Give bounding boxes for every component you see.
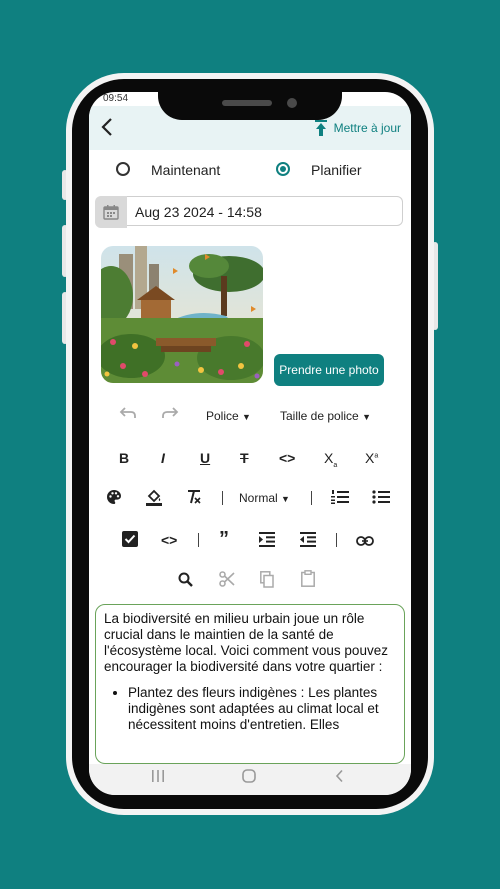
redo-icon[interactable] bbox=[161, 406, 179, 423]
toolbar-divider bbox=[198, 533, 199, 547]
cut-icon[interactable] bbox=[219, 571, 235, 590]
font-dropdown[interactable]: Police ▼ bbox=[206, 409, 251, 423]
font-size-dropdown[interactable]: Taille de police ▼ bbox=[280, 409, 371, 423]
system-nav-bar bbox=[89, 764, 411, 795]
radio-schedule[interactable] bbox=[276, 162, 290, 176]
subscript-button[interactable]: Xa bbox=[324, 450, 337, 469]
front-camera bbox=[287, 98, 297, 108]
inline-code-button[interactable]: <> bbox=[279, 450, 295, 466]
heading-dropdown[interactable]: Normal ▼ bbox=[239, 491, 290, 505]
bullet-list-icon[interactable] bbox=[372, 490, 390, 507]
date-picker[interactable]: Aug 23 2024 - 14:58 bbox=[95, 196, 405, 228]
status-time: 09:54 bbox=[103, 93, 129, 104]
indent-increase-icon[interactable] bbox=[259, 532, 275, 550]
clear-format-icon[interactable] bbox=[186, 490, 202, 507]
bold-button[interactable]: B bbox=[119, 450, 129, 466]
code-block-button[interactable]: <> bbox=[161, 532, 177, 548]
take-photo-button[interactable]: Prendre une photo bbox=[274, 354, 384, 386]
checkbox-list-icon[interactable] bbox=[122, 531, 138, 550]
paste-icon[interactable] bbox=[301, 570, 315, 590]
recent-apps-icon[interactable] bbox=[151, 769, 165, 788]
upload-icon bbox=[314, 120, 327, 136]
undo-icon[interactable] bbox=[119, 406, 137, 423]
caret-down-icon: ▼ bbox=[281, 494, 290, 504]
home-icon[interactable] bbox=[242, 769, 256, 788]
fill-color-icon[interactable] bbox=[145, 488, 163, 509]
speaker-grille bbox=[222, 100, 272, 106]
search-icon[interactable] bbox=[178, 572, 193, 590]
quote-icon[interactable]: ” bbox=[219, 528, 229, 551]
post-photo bbox=[101, 246, 263, 383]
editor-bullet-item: Plantez des fleurs indigènes : Les plant… bbox=[128, 685, 396, 733]
schedule-mode-group: Maintenant Planifier bbox=[89, 152, 411, 188]
toolbar-divider bbox=[222, 491, 223, 505]
palette-icon[interactable] bbox=[106, 489, 122, 508]
underline-button[interactable]: U bbox=[200, 450, 210, 466]
editor-paragraph: La biodiversité en milieu urbain joue un… bbox=[104, 611, 388, 674]
toolbar-divider bbox=[311, 491, 312, 505]
radio-schedule-label[interactable]: Planifier bbox=[311, 162, 362, 178]
caret-down-icon: ▼ bbox=[362, 412, 371, 422]
link-icon[interactable] bbox=[356, 533, 374, 549]
superscript-button[interactable]: Xa bbox=[365, 450, 378, 466]
font-size-label: Taille de police bbox=[280, 409, 359, 423]
calendar-icon[interactable] bbox=[95, 196, 127, 228]
update-label: Mettre à jour bbox=[333, 121, 401, 135]
heading-label: Normal bbox=[239, 491, 278, 505]
italic-button[interactable]: I bbox=[161, 450, 165, 466]
copy-icon[interactable] bbox=[260, 571, 274, 591]
rich-text-editor[interactable]: La biodiversité en milieu urbain joue un… bbox=[95, 604, 405, 764]
font-label: Police bbox=[206, 409, 239, 423]
chevron-left-icon[interactable] bbox=[99, 116, 115, 142]
back-nav-icon[interactable] bbox=[333, 769, 347, 788]
strikethrough-button[interactable]: T bbox=[240, 450, 249, 466]
phone-notch bbox=[158, 84, 342, 120]
app-screen: 09:54 Mettre à jour Maintenant Planifier… bbox=[89, 92, 411, 795]
date-field[interactable]: Aug 23 2024 - 14:58 bbox=[127, 196, 403, 226]
radio-now[interactable] bbox=[116, 162, 130, 176]
caret-down-icon: ▼ bbox=[242, 412, 251, 422]
indent-decrease-icon[interactable] bbox=[300, 532, 316, 550]
numbered-list-icon[interactable] bbox=[331, 490, 349, 507]
radio-now-label[interactable]: Maintenant bbox=[151, 162, 220, 178]
toolbar-divider bbox=[336, 533, 337, 547]
update-button[interactable]: Mettre à jour bbox=[314, 120, 401, 136]
